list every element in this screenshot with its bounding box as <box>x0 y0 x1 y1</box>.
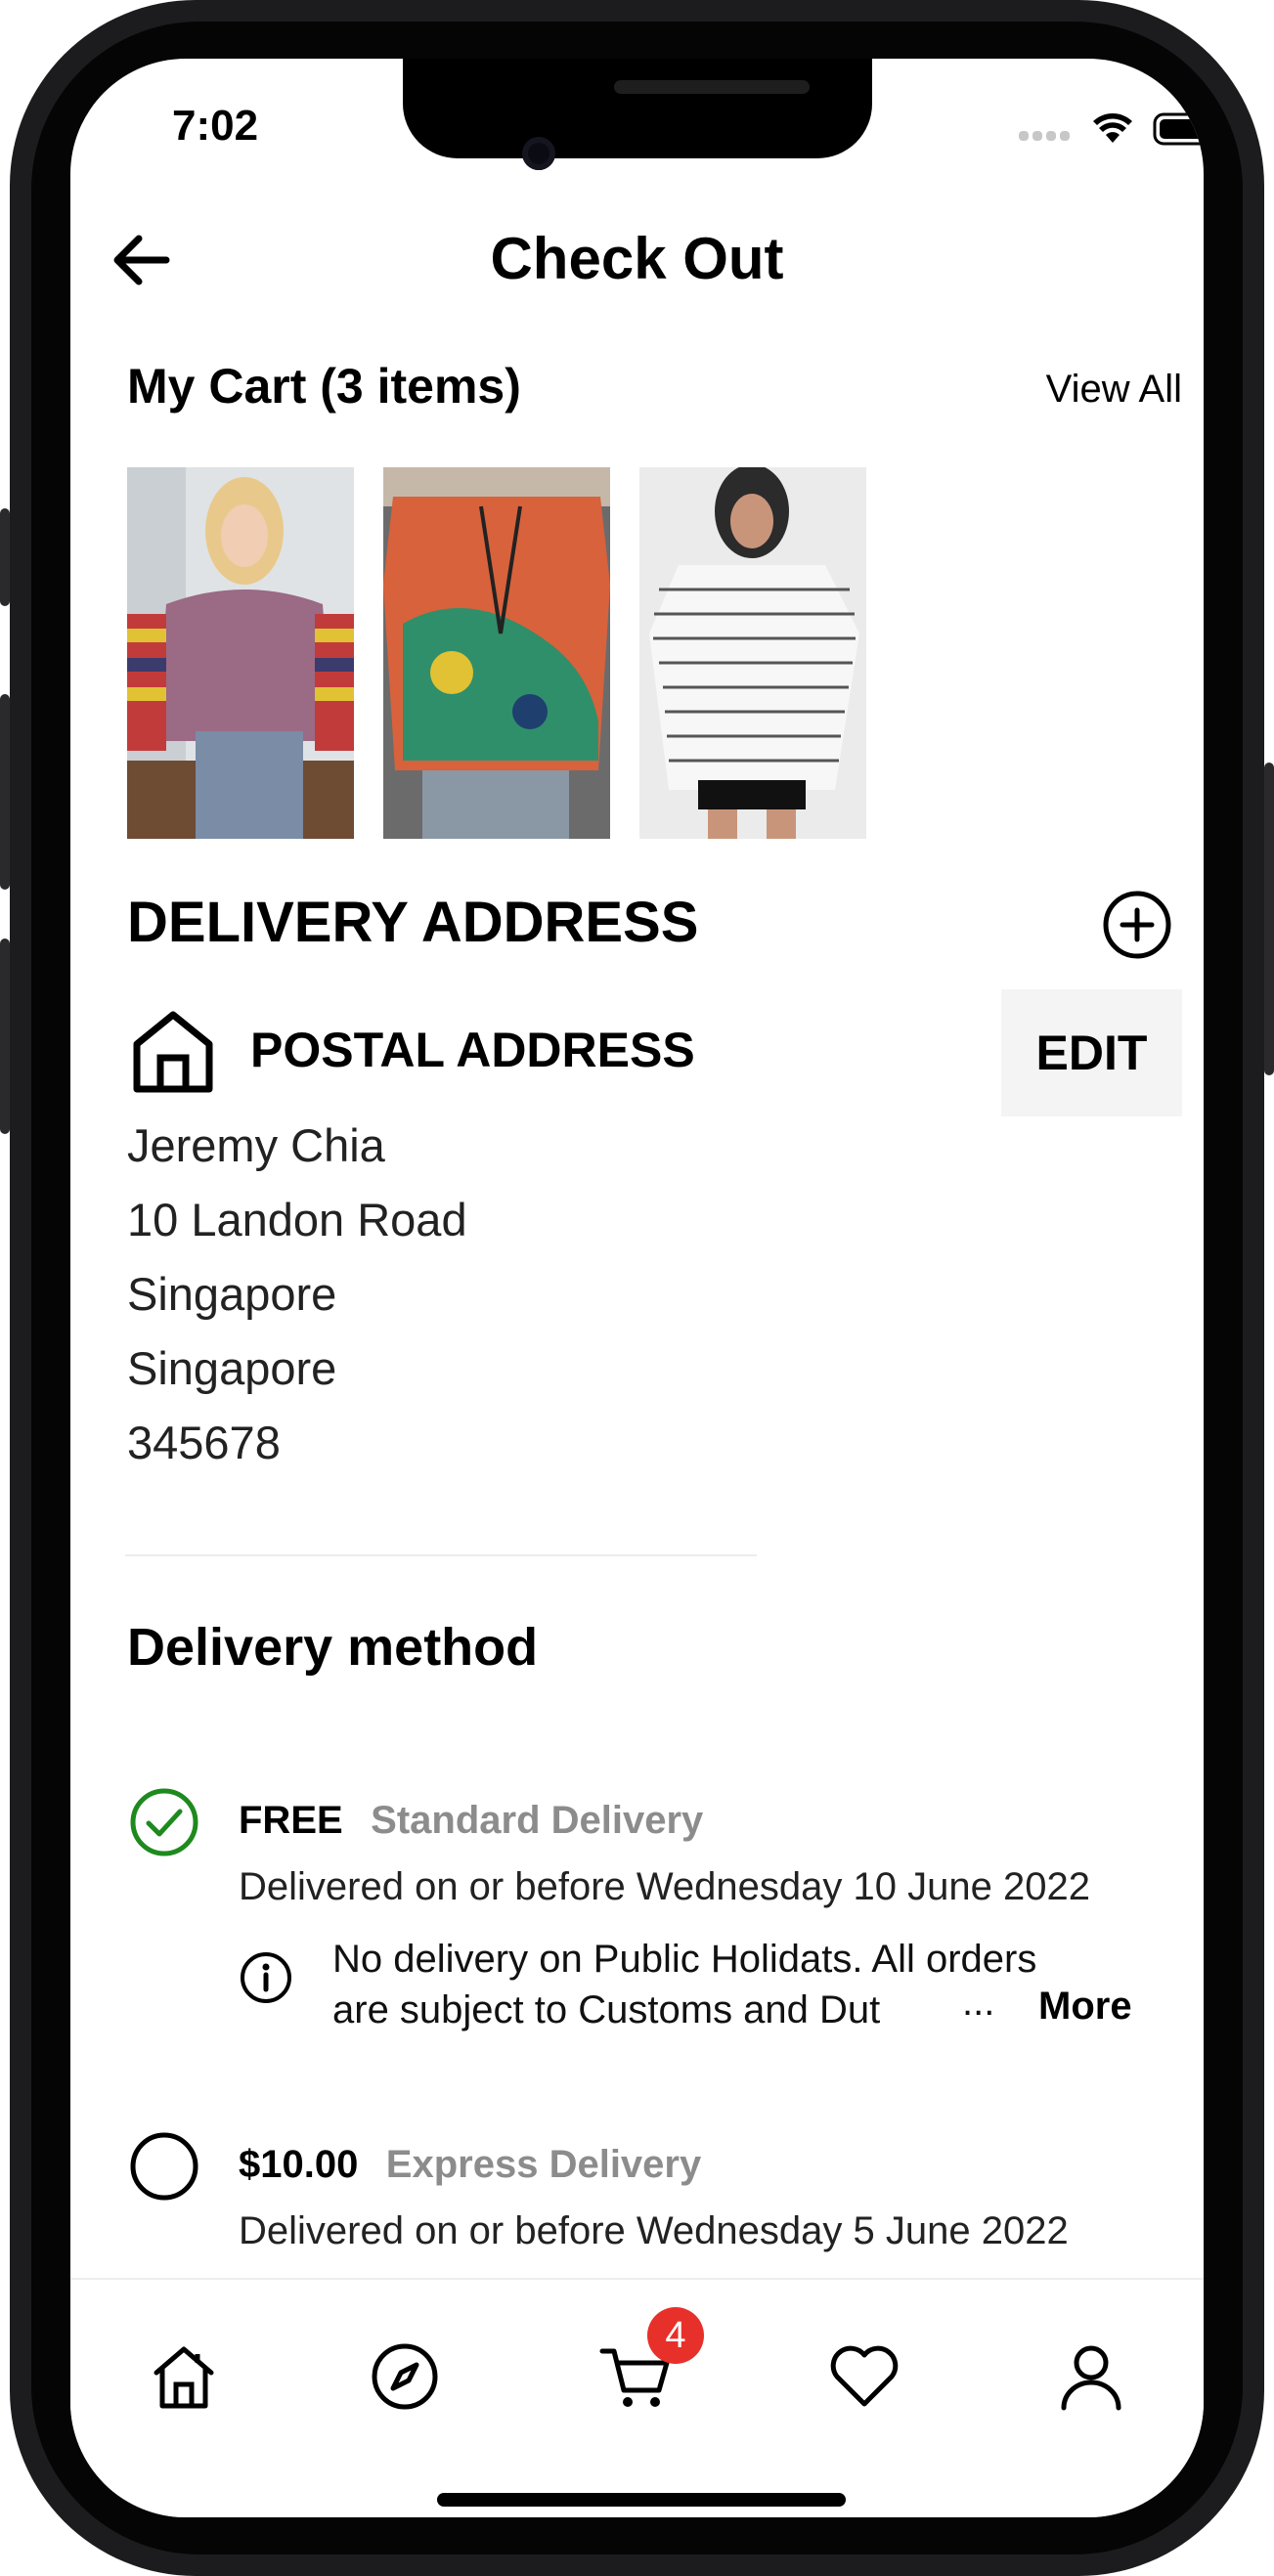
info-icon <box>239 1950 293 2010</box>
home-address-icon <box>129 1007 217 1100</box>
status-time: 7:02 <box>172 102 259 150</box>
battery-icon <box>1153 112 1204 146</box>
address-type-label: POSTAL ADDRESS <box>250 1023 695 1077</box>
volume-down-button <box>0 939 10 1134</box>
express-delivery-price: $10.00 <box>239 2143 359 2186</box>
more-link[interactable]: More <box>1038 1985 1132 2029</box>
delivery-method-heading: Delivery method <box>127 1618 539 1677</box>
app-screen: 7:02 Check Out My Cart (3 items) View Al… <box>70 59 1204 2517</box>
cart-item-image-3[interactable] <box>639 467 866 839</box>
express-delivery-description: Delivered on or before Wednesday 5 June … <box>239 2209 1069 2252</box>
tab-heart-icon[interactable] <box>827 2341 901 2417</box>
cart-heading: My Cart (3 items) <box>127 359 521 414</box>
notch <box>403 59 872 158</box>
delivery-notice: No delivery on Public Holidats. All orde… <box>332 1934 1134 2035</box>
cart-item-image-1[interactable] <box>127 467 354 839</box>
address-name: Jeremy Chia <box>127 1119 385 1171</box>
address-street: 10 Landon Road <box>127 1194 467 1245</box>
section-divider <box>125 1554 757 1556</box>
address-country: Singapore <box>127 1342 337 1394</box>
front-camera <box>522 137 555 170</box>
standard-delivery-option[interactable]: FREE Standard Delivery <box>239 1799 703 1843</box>
express-delivery-option[interactable]: $10.00 Express Delivery <box>239 2143 701 2187</box>
tab-compass-icon[interactable] <box>370 2341 440 2417</box>
standard-delivery-description: Delivered on or before Wednesday 10 June… <box>239 1865 1090 1908</box>
mute-switch <box>0 508 10 606</box>
delivery-notice-line-2: are subject to Customs and Dut <box>332 1988 881 2031</box>
express-delivery-radio-icon[interactable] <box>129 2131 199 2206</box>
standard-delivery-name: Standard Delivery <box>371 1799 704 1842</box>
page-title: Check Out <box>490 226 784 291</box>
tab-home-icon[interactable] <box>149 2341 219 2417</box>
edit-address-button[interactable]: EDIT <box>1001 989 1182 1116</box>
home-indicator[interactable] <box>437 2493 846 2507</box>
delivery-notice-line-1: No delivery on Public Holidats. All orde… <box>332 1938 1037 1981</box>
signal-icon <box>1019 131 1070 141</box>
standard-delivery-radio-checked-icon[interactable] <box>129 1787 199 1862</box>
express-delivery-name: Express Delivery <box>385 2143 702 2186</box>
address-city: Singapore <box>127 1268 337 1320</box>
wifi-icon <box>1093 113 1132 143</box>
add-address-icon[interactable] <box>1101 889 1173 966</box>
status-icons <box>950 109 1204 153</box>
volume-up-button <box>0 694 10 890</box>
speaker-grille <box>614 80 810 94</box>
tab-user-icon[interactable] <box>1056 2341 1126 2417</box>
notice-ellipsis: ... <box>962 1981 995 2024</box>
delivery-address-heading: DELIVERY ADDRESS <box>127 891 699 954</box>
power-button <box>1264 763 1274 1075</box>
cart-badge: 4 <box>647 2307 704 2364</box>
cart-item-image-2[interactable] <box>383 467 610 839</box>
view-all-link[interactable]: View All <box>1046 368 1182 412</box>
standard-delivery-price: FREE <box>239 1799 343 1842</box>
address-postal-code: 345678 <box>127 1417 281 1468</box>
